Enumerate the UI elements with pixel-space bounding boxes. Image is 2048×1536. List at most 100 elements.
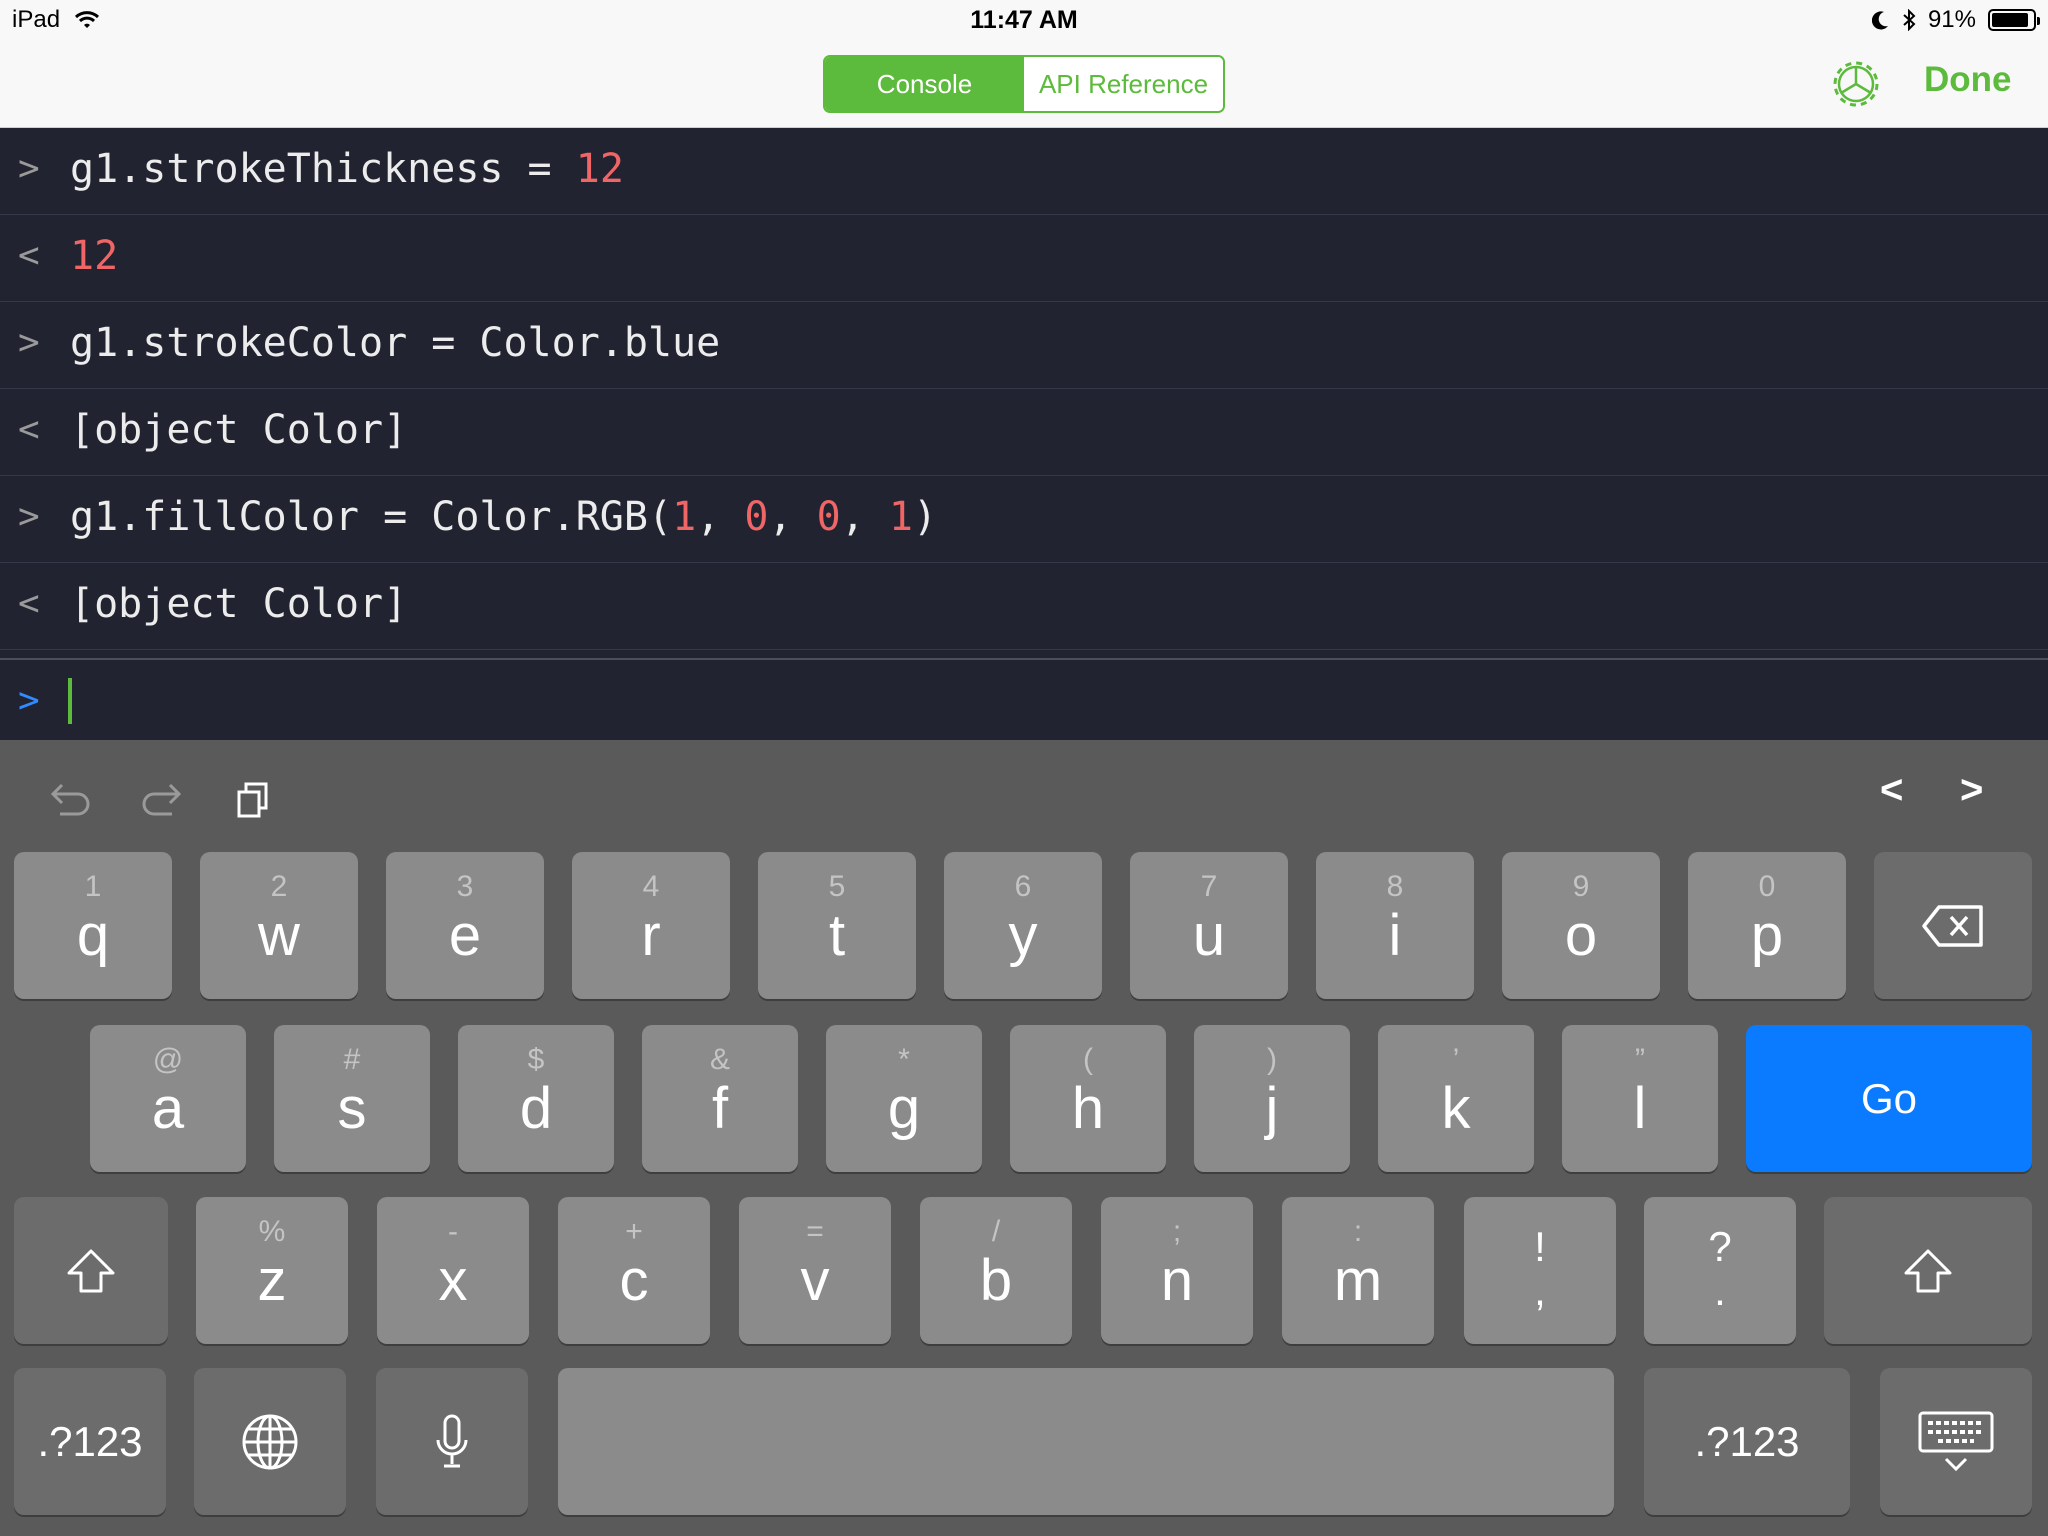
shift-key-left[interactable] bbox=[14, 1197, 168, 1344]
key-k[interactable]: ’ k bbox=[1378, 1025, 1534, 1172]
key-alt-label: 2 bbox=[270, 870, 288, 903]
globe-key[interactable] bbox=[194, 1368, 346, 1515]
battery-percent: 91% bbox=[1927, 6, 1976, 33]
code-text: g1.fillColor = Color.RGB( bbox=[70, 494, 673, 540]
text-caret bbox=[68, 678, 72, 724]
code-text: g1.strokeThickness = bbox=[70, 146, 576, 192]
paste-icon[interactable] bbox=[230, 774, 282, 826]
key-z[interactable]: % z bbox=[196, 1197, 348, 1344]
key-alt-label: = bbox=[806, 1215, 824, 1248]
key-label: f bbox=[711, 1076, 729, 1141]
key-label: e bbox=[448, 903, 482, 968]
input-prompt: > bbox=[18, 680, 40, 721]
key-f[interactable]: & f bbox=[642, 1025, 798, 1172]
key-u[interactable]: 7u bbox=[1130, 852, 1288, 999]
result-value: 12 bbox=[70, 233, 119, 279]
key-label: o bbox=[1564, 903, 1598, 968]
delete-key[interactable] bbox=[1874, 852, 2032, 999]
number-literal: 0 bbox=[816, 494, 841, 540]
key-w[interactable]: 2w bbox=[200, 852, 358, 999]
key-label: m bbox=[1333, 1248, 1383, 1313]
tab-console[interactable]: Console bbox=[825, 57, 1024, 111]
console-output: > g1.strokeThickness = 12 < 12 > g1.stro… bbox=[0, 128, 2048, 740]
key-alt-label: 9 bbox=[1572, 870, 1590, 903]
key-x[interactable]: -x bbox=[377, 1197, 529, 1344]
key-alt-label: 5 bbox=[828, 870, 846, 903]
output-marker: < bbox=[18, 235, 40, 276]
key-label: x bbox=[438, 1248, 468, 1313]
key-l[interactable]: ” l bbox=[1562, 1025, 1718, 1172]
console-line: < 12 bbox=[0, 215, 2048, 302]
key-i[interactable]: 8i bbox=[1316, 852, 1474, 999]
key-alt-label: ) bbox=[1267, 1043, 1277, 1076]
console-input[interactable]: > bbox=[0, 658, 2048, 740]
key-b[interactable]: / b bbox=[920, 1197, 1072, 1344]
key-q[interactable]: 1q bbox=[14, 852, 172, 999]
key-alt-label: 1 bbox=[84, 870, 102, 903]
key-m[interactable]: :m bbox=[1282, 1197, 1434, 1344]
key-y[interactable]: 6y bbox=[944, 852, 1102, 999]
key-t[interactable]: 5t bbox=[758, 852, 916, 999]
key-question-top: ? bbox=[1708, 1223, 1732, 1270]
previous-field-button[interactable]: < bbox=[1880, 768, 1932, 820]
clock: 11:47 AM bbox=[970, 6, 1078, 34]
key-p[interactable]: 0p bbox=[1688, 852, 1846, 999]
number-literal: 1 bbox=[888, 494, 913, 540]
key-label: g bbox=[887, 1076, 921, 1141]
keyboard-dismiss-icon bbox=[1918, 1411, 1994, 1471]
moon-icon bbox=[1871, 11, 1888, 30]
key-period-bottom: . bbox=[1714, 1267, 1726, 1314]
space-bar[interactable] bbox=[558, 1368, 1614, 1515]
battery-icon bbox=[1988, 9, 2040, 31]
key-r[interactable]: 4r bbox=[572, 852, 730, 999]
key-alt-label: ( bbox=[1083, 1043, 1093, 1076]
key-label: t bbox=[828, 903, 846, 968]
key-alt-label: 4 bbox=[642, 870, 660, 903]
tab-api-reference[interactable]: API Reference bbox=[1024, 57, 1223, 111]
output-marker: < bbox=[18, 409, 40, 450]
key-label: z bbox=[257, 1248, 287, 1313]
numbers-label: .?123 bbox=[37, 1418, 143, 1465]
key-alt-label: % bbox=[258, 1215, 286, 1248]
key-alt-label: 8 bbox=[1386, 870, 1404, 903]
key-a[interactable]: @ a bbox=[90, 1025, 246, 1172]
key-label: d bbox=[519, 1076, 553, 1141]
go-label: Go bbox=[1860, 1075, 1918, 1122]
redo-icon[interactable] bbox=[136, 774, 188, 826]
key-n[interactable]: ; n bbox=[1101, 1197, 1253, 1344]
go-key[interactable]: Go bbox=[1746, 1025, 2032, 1172]
key-label: r bbox=[641, 903, 661, 968]
key-e[interactable]: 3e bbox=[386, 852, 544, 999]
key-alt-label: - bbox=[448, 1215, 458, 1248]
key-alt-label: : bbox=[1353, 1215, 1363, 1248]
key-comma-bottom: , bbox=[1534, 1267, 1546, 1314]
key-exclamation[interactable]: ! , bbox=[1464, 1197, 1616, 1344]
dismiss-keyboard-key[interactable] bbox=[1880, 1368, 2032, 1515]
key-alt-label: 6 bbox=[1014, 870, 1032, 903]
key-o[interactable]: 9o bbox=[1502, 852, 1660, 999]
numbers-key-right[interactable]: .?123 bbox=[1644, 1368, 1850, 1515]
output-marker: < bbox=[18, 583, 40, 624]
key-h[interactable]: (h bbox=[1010, 1025, 1166, 1172]
numbers-key-left[interactable]: .?123 bbox=[14, 1368, 166, 1515]
next-field-button[interactable]: > bbox=[1960, 768, 2012, 820]
key-g[interactable]: * g bbox=[826, 1025, 982, 1172]
number-literal: 0 bbox=[744, 494, 769, 540]
key-c[interactable]: + c bbox=[558, 1197, 710, 1344]
key-label: q bbox=[76, 903, 110, 968]
key-d[interactable]: $ d bbox=[458, 1025, 614, 1172]
key-v[interactable]: = v bbox=[739, 1197, 891, 1344]
console-line: > g1.fillColor = Color.RGB(1, 0, 0, 1) bbox=[0, 476, 2048, 563]
status-bar: iPad 11:47 AM 91% bbox=[0, 0, 2048, 40]
key-s[interactable]: # s bbox=[274, 1025, 430, 1172]
number-literal: 1 bbox=[672, 494, 697, 540]
settings-gear-icon[interactable] bbox=[1828, 56, 1884, 112]
key-question[interactable]: ? . bbox=[1644, 1197, 1796, 1344]
dictation-key[interactable] bbox=[376, 1368, 528, 1515]
key-label: c bbox=[619, 1248, 649, 1313]
key-j[interactable]: ) j bbox=[1194, 1025, 1350, 1172]
shift-key-right[interactable] bbox=[1824, 1197, 2032, 1344]
key-alt-label: / bbox=[991, 1215, 1001, 1248]
done-button[interactable]: Done bbox=[1924, 60, 2012, 100]
undo-icon[interactable] bbox=[44, 774, 96, 826]
